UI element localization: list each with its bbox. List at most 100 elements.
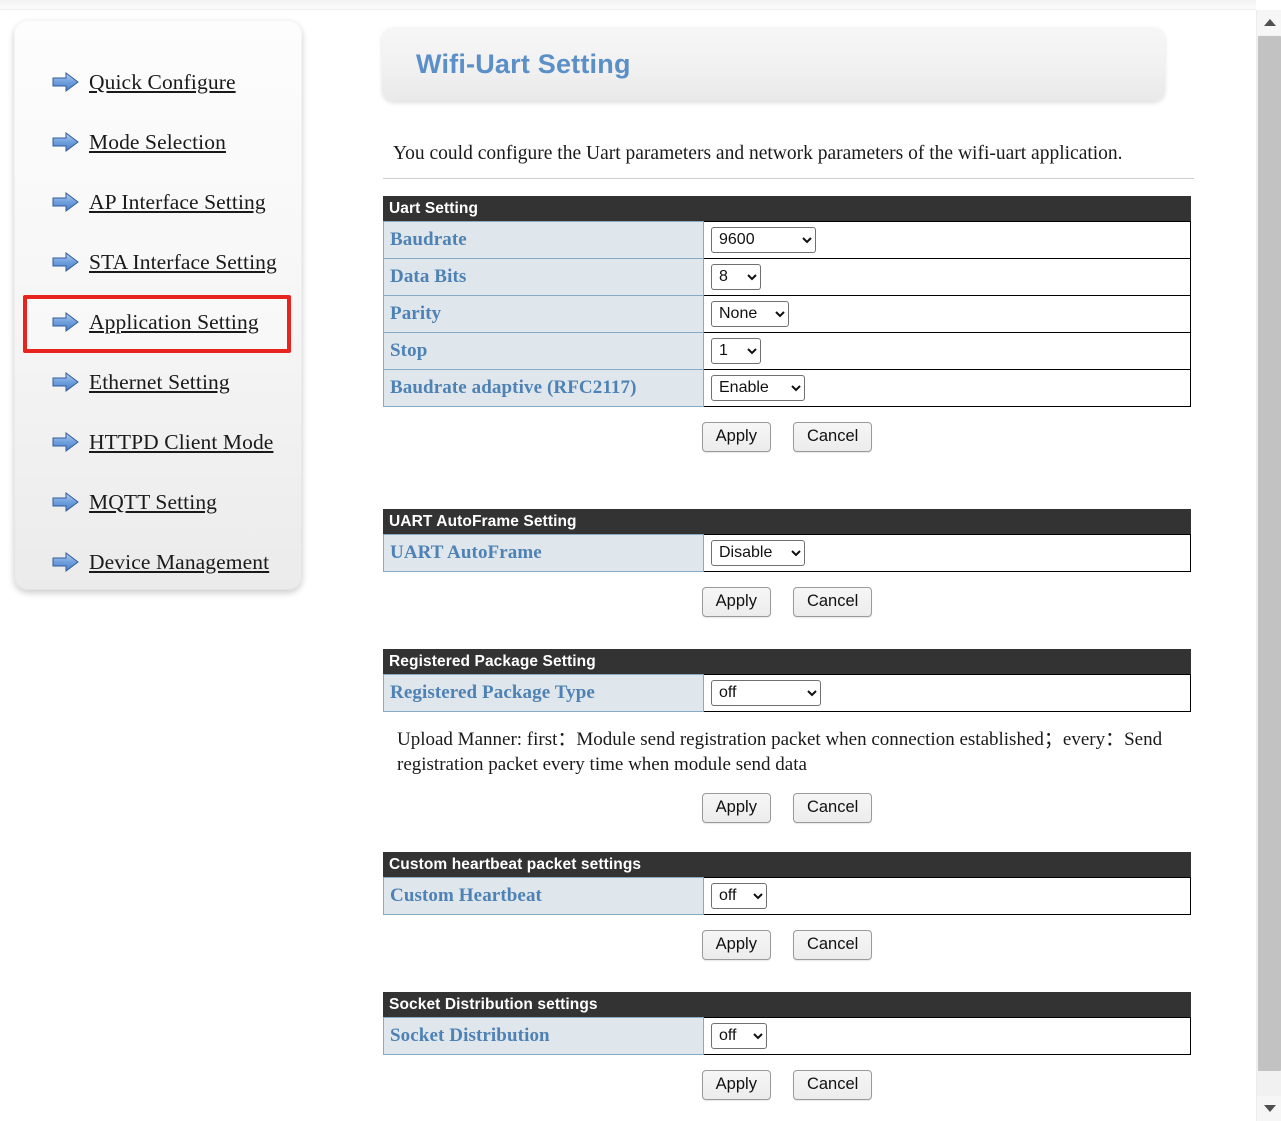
blue-arrow-icon bbox=[52, 492, 80, 512]
custom-heartbeat-select[interactable]: off bbox=[711, 883, 767, 909]
row-value: 1 bbox=[703, 332, 1191, 370]
row-value: None bbox=[703, 295, 1191, 333]
row-value: Enable bbox=[703, 369, 1191, 407]
apply-button[interactable]: Apply bbox=[701, 587, 771, 617]
sidebar-nav: Quick Configure Mode Selection AP Interf… bbox=[14, 20, 302, 592]
stop-select[interactable]: 1 bbox=[711, 338, 761, 364]
blue-arrow-icon bbox=[52, 72, 80, 92]
parity-select[interactable]: None bbox=[711, 301, 789, 327]
row-label: Baudrate adaptive (RFC2117) bbox=[383, 369, 704, 407]
sidebar-item-httpd-client-mode[interactable]: HTTPD Client Mode bbox=[14, 412, 302, 472]
scrollbar-thumb[interactable] bbox=[1258, 36, 1281, 1071]
row-value: 8 bbox=[703, 258, 1191, 296]
custom-heartbeat-actions: Apply Cancel bbox=[383, 915, 1191, 960]
apply-button[interactable]: Apply bbox=[701, 1070, 771, 1100]
baudrate-select[interactable]: 9600 bbox=[711, 227, 816, 253]
uart-autoframe-select[interactable]: Disable bbox=[711, 540, 805, 566]
sidebar-item-label: HTTPD Client Mode bbox=[89, 429, 274, 454]
sidebar-item-ethernet-setting[interactable]: Ethernet Setting bbox=[14, 352, 302, 412]
socket-distribution-select[interactable]: off bbox=[711, 1023, 767, 1049]
section-registered-package-setting: Registered Package Setting Registered Pa… bbox=[383, 649, 1191, 823]
blue-arrow-icon bbox=[52, 252, 80, 272]
sidebar-item-mode-selection[interactable]: Mode Selection bbox=[14, 112, 302, 172]
row-label: Socket Distribution bbox=[383, 1017, 704, 1055]
blue-arrow-icon bbox=[52, 432, 80, 452]
row-value: 9600 bbox=[703, 221, 1191, 259]
sidebar-panel: Quick Configure Mode Selection AP Interf… bbox=[14, 20, 302, 590]
sidebar-item-label: Mode Selection bbox=[89, 129, 226, 154]
row-label: Parity bbox=[383, 295, 704, 333]
section-custom-heartbeat-settings: Custom heartbeat packet settings Custom … bbox=[383, 852, 1191, 960]
registered-package-note: Upload Manner: first：Module send registr… bbox=[397, 729, 1163, 776]
data-bits-select[interactable]: 8 bbox=[711, 264, 761, 290]
blue-arrow-icon bbox=[52, 132, 80, 152]
uart-autoframe-actions: Apply Cancel bbox=[383, 572, 1191, 617]
table-row: Registered Package Type off bbox=[383, 674, 1191, 712]
row-value: off bbox=[703, 1017, 1191, 1055]
row-value: Disable bbox=[703, 534, 1191, 572]
registered-package-type-select[interactable]: off bbox=[711, 680, 821, 706]
sidebar-item-quick-configure[interactable]: Quick Configure bbox=[14, 52, 302, 112]
uart-setting-actions: Apply Cancel bbox=[383, 407, 1191, 452]
socket-distribution-actions: Apply Cancel bbox=[383, 1055, 1191, 1100]
apply-button[interactable]: Apply bbox=[701, 422, 771, 452]
sidebar-item-label: Ethernet Setting bbox=[89, 369, 230, 394]
section-socket-distribution-settings: Socket Distribution settings Socket Dist… bbox=[383, 992, 1191, 1100]
section-uart-autoframe-setting: UART AutoFrame Setting UART AutoFrame Di… bbox=[383, 509, 1191, 617]
socket-distribution-table: Socket Distribution off bbox=[383, 1017, 1191, 1055]
row-label: Stop bbox=[383, 332, 704, 370]
blue-arrow-icon bbox=[52, 192, 80, 212]
table-row: Data Bits 8 bbox=[383, 258, 1191, 296]
sidebar-item-label: STA Interface Setting bbox=[89, 249, 277, 274]
section-title: Socket Distribution settings bbox=[383, 992, 1191, 1017]
apply-button[interactable]: Apply bbox=[701, 930, 771, 960]
row-label: Data Bits bbox=[383, 258, 704, 296]
uart-setting-table: Baudrate 9600 Data Bits 8 Parity None St… bbox=[383, 221, 1191, 407]
table-row: Baudrate adaptive (RFC2117) Enable bbox=[383, 369, 1191, 407]
row-label: Registered Package Type bbox=[383, 674, 704, 712]
uart-autoframe-table: UART AutoFrame Disable bbox=[383, 534, 1191, 572]
registered-package-actions: Apply Cancel bbox=[383, 778, 1191, 823]
cancel-button[interactable]: Cancel bbox=[792, 587, 873, 617]
page-intro-text: You could configure the Uart parameters … bbox=[393, 143, 1123, 164]
table-row: Baudrate 9600 bbox=[383, 221, 1191, 259]
table-row: Socket Distribution off bbox=[383, 1017, 1191, 1055]
registered-package-table: Registered Package Type off bbox=[383, 674, 1191, 712]
cancel-button[interactable]: Cancel bbox=[792, 930, 873, 960]
row-label: Custom Heartbeat bbox=[383, 877, 704, 915]
baudrate-adaptive-select[interactable]: Enable bbox=[711, 375, 805, 401]
sidebar-item-application-setting[interactable]: Application Setting bbox=[14, 292, 302, 353]
section-title: UART AutoFrame Setting bbox=[383, 509, 1191, 534]
sidebar-item-label: Device Management bbox=[89, 549, 270, 574]
section-title: Custom heartbeat packet settings bbox=[383, 852, 1191, 877]
row-value: off bbox=[703, 674, 1191, 712]
custom-heartbeat-table: Custom Heartbeat off bbox=[383, 877, 1191, 915]
section-title: Registered Package Setting bbox=[383, 649, 1191, 674]
scroll-up-arrow-icon[interactable] bbox=[1257, 10, 1281, 35]
sidebar-item-label: AP Interface Setting bbox=[89, 189, 266, 214]
cancel-button[interactable]: Cancel bbox=[792, 1070, 873, 1100]
blue-arrow-icon bbox=[52, 372, 80, 392]
cancel-button[interactable]: Cancel bbox=[792, 422, 873, 452]
row-label: Baudrate bbox=[383, 221, 704, 259]
sidebar-item-device-management[interactable]: Device Management bbox=[14, 532, 302, 592]
sidebar-item-ap-interface-setting[interactable]: AP Interface Setting bbox=[14, 172, 302, 232]
cancel-button[interactable]: Cancel bbox=[792, 792, 873, 823]
row-value: off bbox=[703, 877, 1191, 915]
sidebar-item-label: Quick Configure bbox=[89, 69, 236, 94]
sidebar-item-sta-interface-setting[interactable]: STA Interface Setting bbox=[14, 232, 302, 292]
blue-arrow-icon bbox=[52, 312, 80, 332]
row-label: UART AutoFrame bbox=[383, 534, 704, 572]
blue-arrow-icon bbox=[52, 552, 80, 572]
main-content: Wifi-Uart Setting You could configure th… bbox=[382, 0, 1232, 1121]
horizontal-rule bbox=[383, 178, 1194, 179]
table-row: UART AutoFrame Disable bbox=[383, 534, 1191, 572]
page-title: Wifi-Uart Setting bbox=[416, 48, 631, 79]
sidebar-item-mqtt-setting[interactable]: MQTT Setting bbox=[14, 472, 302, 532]
page-header-panel: Wifi-Uart Setting bbox=[382, 27, 1165, 101]
vertical-scrollbar[interactable] bbox=[1256, 10, 1281, 1121]
sidebar-item-label: MQTT Setting bbox=[89, 489, 218, 514]
table-row: Parity None bbox=[383, 295, 1191, 333]
apply-button[interactable]: Apply bbox=[701, 792, 771, 823]
scroll-down-arrow-icon[interactable] bbox=[1257, 1096, 1281, 1121]
